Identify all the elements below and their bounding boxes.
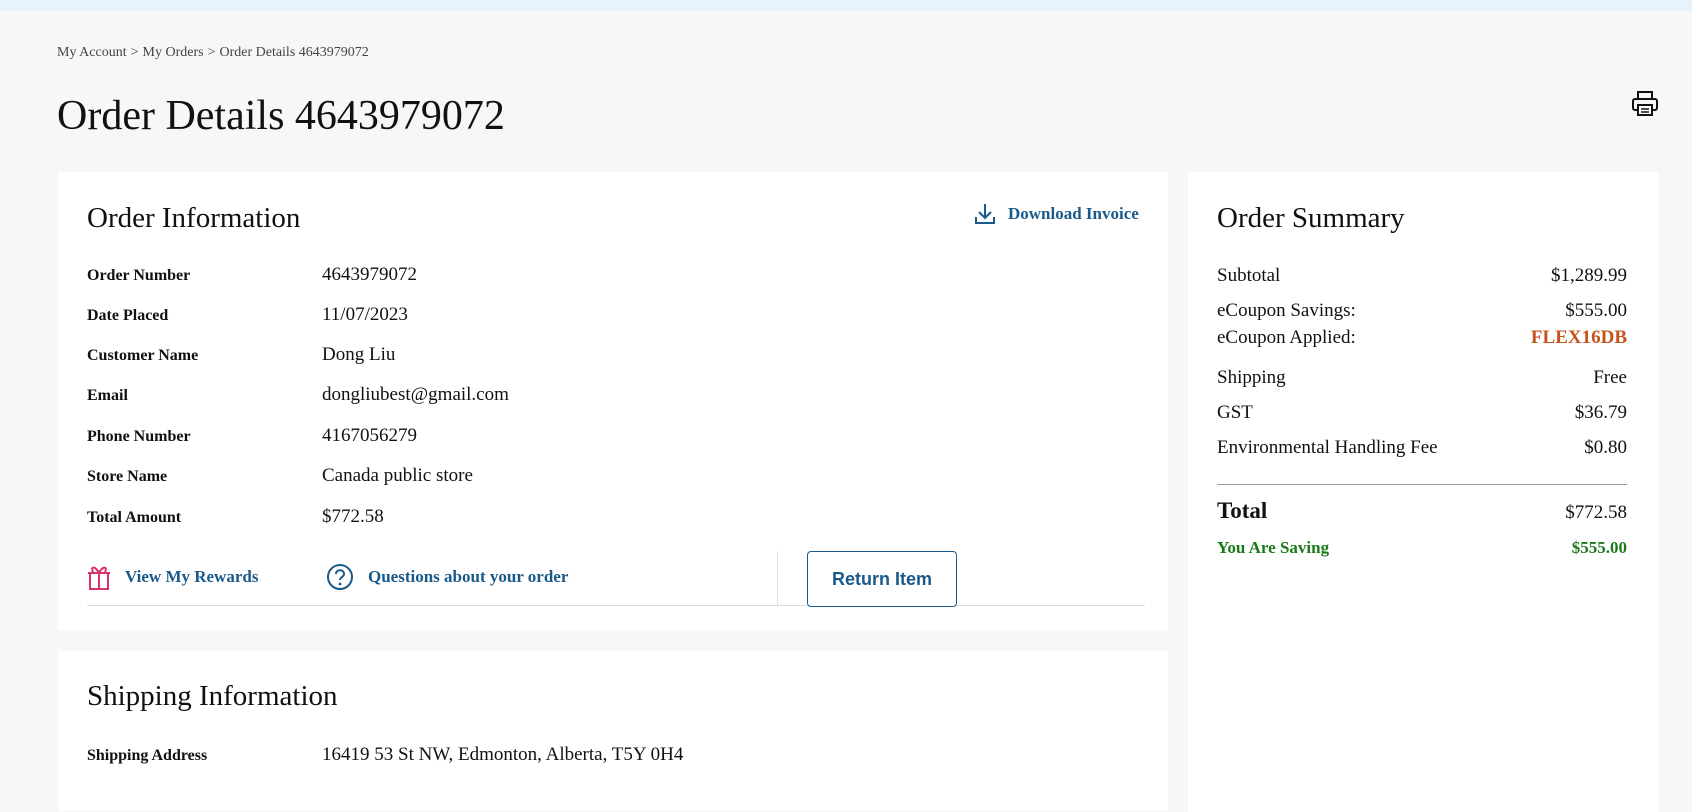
summary-row-ecoupon-savings: eCoupon Savings: $555.00 [1217,300,1627,322]
info-row-store-name: Store Name Canada public store [87,465,473,487]
info-value: 4167056279 [322,425,417,446]
summary-divider [1217,484,1627,485]
info-label: Customer Name [87,347,199,364]
summary-row-shipping: Shipping Free [1217,367,1627,389]
info-value: 11/07/2023 [322,304,408,325]
page-title: Order Details 4643979072 [57,93,505,139]
summary-row-saving: You Are Saving $555.00 [1217,538,1627,558]
summary-value: $36.79 [1574,402,1627,423]
summary-row-subtotal: Subtotal $1,289.99 [1217,265,1627,287]
questions-label: Questions about your order [368,567,569,586]
divider [777,551,778,606]
info-row-phone-number: Phone Number 4167056279 [87,425,417,447]
info-label: Total Amount [87,509,182,526]
order-summary-card: Order Summary Subtotal $1,289.99 eCoupon… [1188,172,1658,812]
info-row-date-placed: Date Placed 11/07/2023 [87,304,408,326]
shipping-information-card: Shipping Information Shipping Address 16… [58,651,1168,811]
questions-link[interactable]: Questions about your order [326,563,568,591]
breadcrumb: My Account > My Orders > Order Details 46439… [57,45,369,61]
summary-row-gst: GST $36.79 [1217,402,1627,424]
view-rewards-link[interactable]: View My Rewards [87,563,258,591]
info-label: Date Placed [87,307,169,324]
shipping-information-title: Shipping Information [87,680,338,712]
order-actions: View My Rewards Questions about your ord… [87,551,1145,607]
info-value: Dong Liu [322,344,396,365]
breadcrumb-my-account[interactable]: My Account [57,45,127,60]
saving-value: $555.00 [1571,538,1627,557]
order-information-card: Order Information Download Invoice Order… [58,172,1168,630]
info-row-total-amount: Total Amount $772.58 [87,506,384,528]
saving-label: You Are Saving [1217,538,1330,557]
info-label: Shipping Address [87,747,208,764]
breadcrumb-separator: > [207,45,216,60]
summary-value: $555.00 [1565,300,1627,321]
printer-icon [1632,91,1658,116]
print-button[interactable] [1630,90,1660,118]
summary-label: Shipping [1217,367,1286,388]
summary-label: Environmental Handling Fee [1217,437,1438,458]
breadcrumb-my-orders[interactable]: My Orders [143,45,204,60]
question-circle-icon [327,564,353,590]
total-label: Total [1217,498,1268,523]
summary-value: $0.80 [1584,437,1627,458]
summary-label: eCoupon Savings: [1217,300,1356,321]
info-label: Store Name [87,468,168,485]
info-row-customer-name: Customer Name Dong Liu [87,344,395,366]
info-value: Canada public store [322,465,473,486]
return-item-button[interactable]: Return Item [807,551,957,607]
info-value: dongliubest@gmail.com [322,384,509,405]
info-row-email: Email dongliubest@gmail.com [87,384,509,406]
info-value: $772.58 [322,506,384,527]
summary-row-ecoupon-applied: eCoupon Applied: FLEX16DB [1217,327,1627,349]
info-value: 16419 53 St NW, Edmonton, Alberta, T5Y 0… [322,744,684,765]
info-label: Email [87,387,128,404]
view-rewards-label: View My Rewards [125,567,259,586]
info-label: Order Number [87,267,191,284]
summary-row-total: Total $772.58 [1217,498,1627,524]
order-summary-title: Order Summary [1217,202,1405,234]
summary-label: eCoupon Applied: [1217,327,1356,348]
summary-label: GST [1217,402,1253,423]
total-value: $772.58 [1565,502,1627,523]
breadcrumb-current: Order Details 4643979072 [219,45,369,60]
info-row-shipping-address: Shipping Address 16419 53 St NW, Edmonto… [87,744,683,766]
download-invoice-link[interactable]: Download Invoice [974,202,1139,226]
info-label: Phone Number [87,428,191,445]
coupon-code: FLEX16DB [1530,327,1627,348]
summary-row-environmental-fee: Environmental Handling Fee $0.80 [1217,437,1627,459]
order-information-title: Order Information [87,202,301,234]
gift-icon [88,566,110,590]
download-invoice-label: Download Invoice [1008,204,1139,223]
top-banner [0,0,1692,11]
summary-value: $1,289.99 [1551,265,1627,286]
summary-value: Free [1593,367,1627,388]
breadcrumb-separator: > [130,45,139,60]
info-value: 4643979072 [322,264,417,285]
info-row-order-number: Order Number 4643979072 [87,264,417,286]
download-icon [975,204,995,224]
summary-label: Subtotal [1217,265,1281,286]
